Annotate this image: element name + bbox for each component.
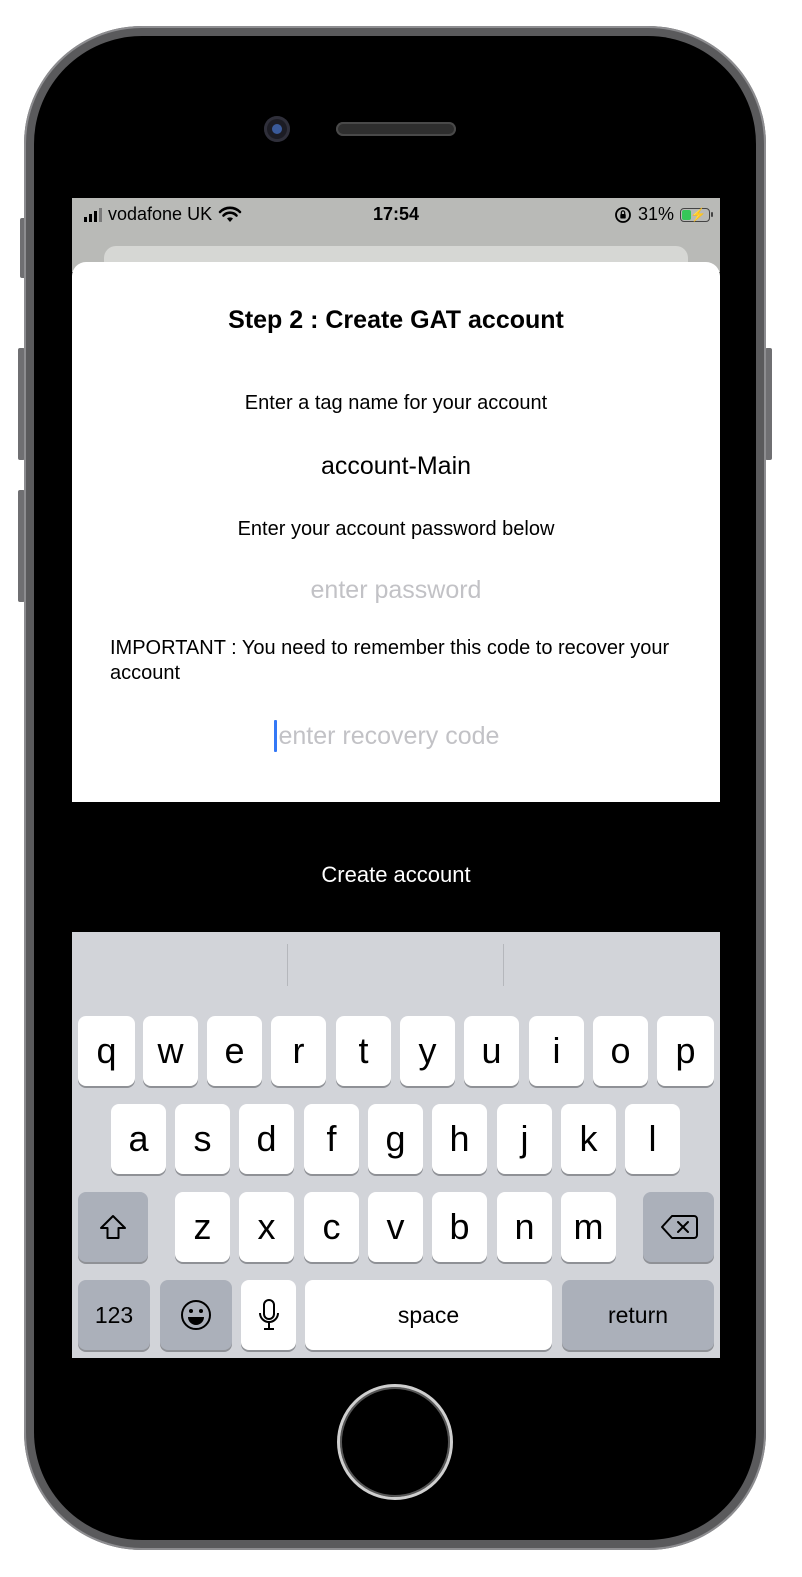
key-u[interactable]: u bbox=[464, 1016, 519, 1086]
home-button[interactable] bbox=[337, 1384, 453, 1500]
key-l[interactable]: l bbox=[625, 1104, 680, 1174]
battery-percent: 31% bbox=[637, 204, 674, 224]
create-account-button[interactable]: Create account bbox=[72, 862, 720, 888]
key-g[interactable]: g bbox=[368, 1104, 423, 1174]
modal-title: Step 2 : Create GAT account bbox=[228, 306, 564, 334]
numbers-key[interactable]: 123 bbox=[78, 1280, 150, 1350]
key-y[interactable]: y bbox=[400, 1016, 455, 1086]
shift-icon bbox=[100, 1215, 126, 1239]
key-f[interactable]: f bbox=[304, 1104, 359, 1174]
phone-screen: vodafone UK 17:54 31% ⚡ Step 2 : Create … bbox=[72, 198, 720, 1358]
shift-key[interactable] bbox=[78, 1192, 148, 1262]
key-b[interactable]: b bbox=[432, 1192, 487, 1262]
key-o[interactable]: o bbox=[593, 1016, 648, 1086]
key-p[interactable]: p bbox=[657, 1016, 714, 1086]
key-j[interactable]: j bbox=[497, 1104, 552, 1174]
tag-name-label: Enter a tag name for your account bbox=[244, 392, 548, 414]
emoji-icon bbox=[181, 1300, 211, 1330]
key-c[interactable]: c bbox=[304, 1192, 359, 1262]
important-note: IMPORTANT : You need to remember this co… bbox=[110, 637, 670, 684]
key-i[interactable]: i bbox=[529, 1016, 584, 1086]
key-v[interactable]: v bbox=[368, 1192, 423, 1262]
battery-charging-icon: ⚡ bbox=[680, 207, 713, 222]
suggestion-divider bbox=[503, 944, 504, 986]
key-a[interactable]: a bbox=[111, 1104, 166, 1174]
suggestion-divider bbox=[287, 944, 288, 986]
key-d[interactable]: d bbox=[239, 1104, 294, 1174]
key-x[interactable]: x bbox=[239, 1192, 294, 1262]
delete-key[interactable] bbox=[643, 1192, 714, 1262]
key-k[interactable]: k bbox=[561, 1104, 616, 1174]
earpiece-speaker bbox=[336, 122, 456, 136]
space-key[interactable]: space bbox=[305, 1280, 552, 1350]
emoji-key[interactable] bbox=[160, 1280, 232, 1350]
tag-name-value[interactable]: account-Main bbox=[72, 452, 720, 481]
key-h[interactable]: h bbox=[432, 1104, 487, 1174]
power-button bbox=[765, 348, 772, 460]
orientation-lock-icon bbox=[615, 206, 631, 223]
key-s[interactable]: s bbox=[175, 1104, 230, 1174]
key-w[interactable]: w bbox=[143, 1016, 198, 1086]
dictation-key[interactable] bbox=[241, 1280, 296, 1350]
key-q[interactable]: q bbox=[78, 1016, 135, 1086]
text-caret bbox=[273, 720, 277, 752]
key-t[interactable]: t bbox=[336, 1016, 391, 1086]
status-bar: vodafone UK 17:54 31% ⚡ bbox=[72, 198, 720, 232]
key-n[interactable]: n bbox=[497, 1192, 552, 1262]
return-key[interactable]: return bbox=[562, 1280, 714, 1350]
key-z[interactable]: z bbox=[175, 1192, 230, 1262]
key-r[interactable]: r bbox=[271, 1016, 326, 1086]
recovery-code-field[interactable] bbox=[196, 716, 596, 756]
create-account-modal: Step 2 : Create GAT account Enter a tag … bbox=[72, 262, 720, 802]
microphone-icon bbox=[258, 1299, 279, 1330]
front-camera bbox=[264, 116, 290, 142]
key-e[interactable]: e bbox=[207, 1016, 262, 1086]
password-input[interactable] bbox=[196, 570, 596, 610]
keyboard: q w e r t y u i o p a s d f g h j k l z … bbox=[72, 932, 720, 1358]
password-label: Enter your account password below bbox=[237, 518, 555, 540]
status-right-group: 31% ⚡ bbox=[614, 204, 713, 225]
key-m[interactable]: m bbox=[561, 1192, 616, 1262]
delete-icon bbox=[660, 1215, 698, 1239]
recovery-code-input[interactable] bbox=[278, 721, 519, 751]
